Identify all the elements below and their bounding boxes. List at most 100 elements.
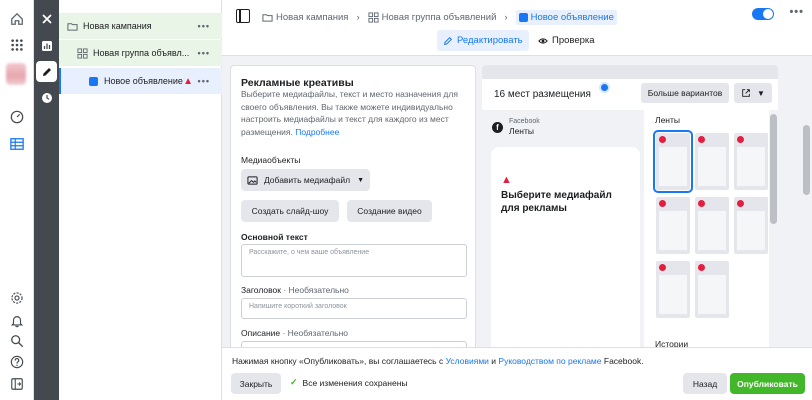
description-label-text: Описание <box>241 328 281 338</box>
tab-review-label: Проверка <box>552 35 595 46</box>
tab-edit[interactable]: Редактировать <box>437 30 529 51</box>
notifications-bell-icon[interactable] <box>9 313 25 329</box>
placement-thumbnail[interactable] <box>695 133 729 190</box>
headline-input[interactable]: Напишите короткий заголовок <box>241 298 467 319</box>
save-status: ✓ Все изменения сохранены <box>290 377 408 388</box>
headline-label: Заголовок · Необязательно <box>241 285 349 295</box>
editor-tool-strip <box>34 0 59 400</box>
tab-review[interactable]: Проверка <box>532 30 601 51</box>
preview-top-strip <box>482 65 778 79</box>
notification-dot <box>601 84 608 91</box>
clock-icon <box>41 92 52 103</box>
breadcrumb-ad-label: Новое объявление <box>530 11 614 23</box>
breadcrumb-ad[interactable]: Новое объявление <box>515 9 617 25</box>
breadcrumb-adset-label: Новая группа объявлений <box>381 11 497 23</box>
sidebar-toggle-icon[interactable] <box>236 9 250 23</box>
tree-adset-label: Новая группа объявл... <box>93 48 190 58</box>
breadcrumb-campaign-label: Новая кампания <box>276 11 349 23</box>
create-video-button[interactable]: Создание видео <box>347 200 432 222</box>
editor-footer: Нажимая кнопку «Опубликовать», вы соглаш… <box>222 347 812 400</box>
phone-mockup: ▲ Выберите медиафайл для рекламы <box>491 147 640 350</box>
placement-thumbnail[interactable] <box>653 130 693 193</box>
edit-mode-button[interactable] <box>36 61 57 82</box>
open-preview-button[interactable]: ▼ <box>734 83 772 103</box>
page-scrollbar[interactable] <box>800 65 812 350</box>
headline-optional: · Необязательно <box>280 285 349 295</box>
caret-down-icon: ▼ <box>357 176 365 184</box>
add-media-button[interactable]: Добавить медиафайл ▼ <box>241 169 370 191</box>
charts-button[interactable] <box>36 35 57 56</box>
campaign-tree-panel: Новая кампания ••• Новая группа объявл..… <box>59 0 222 400</box>
pencil-icon <box>444 36 453 45</box>
preview-scrollbar[interactable] <box>769 110 778 350</box>
campaign-more-button[interactable]: ••• <box>198 21 210 31</box>
editor-header: Новая кампания › Новая группа объявлений… <box>222 0 812 56</box>
help-icon[interactable] <box>9 354 25 370</box>
description-optional: · Необязательно <box>280 328 349 338</box>
placement-thumbnail[interactable] <box>656 261 690 318</box>
platform-name: Facebook <box>509 118 540 125</box>
save-status-label: Все изменения сохранены <box>302 377 408 388</box>
pencil-icon <box>42 67 51 76</box>
report-panel-icon[interactable] <box>9 376 25 392</box>
placement-header: f Facebook Ленты <box>492 117 540 137</box>
create-slideshow-button[interactable]: Создать слайд-шоу <box>241 200 339 222</box>
image-icon <box>247 175 258 185</box>
publish-button[interactable]: Опубликовать <box>730 373 805 394</box>
caret-down-icon: ▼ <box>757 88 765 98</box>
folder-icon <box>262 13 273 22</box>
learn-more-link[interactable]: Подробнее <box>295 127 339 137</box>
ad-guidelines-link[interactable]: Руководством по рекламе <box>498 356 601 366</box>
adset-grid-icon <box>368 11 379 23</box>
placement-thumbnail[interactable] <box>695 197 729 254</box>
checkmark-icon: ✓ <box>290 377 298 387</box>
placement-thumbnail[interactable] <box>734 133 768 190</box>
ad-icon <box>88 76 99 87</box>
more-variants-button[interactable]: Больше вариантов <box>641 83 729 103</box>
tab-edit-label: Редактировать <box>457 35 523 46</box>
tree-item-adset[interactable]: Новая группа объявл... ••• <box>59 40 222 66</box>
history-button[interactable] <box>36 87 57 108</box>
warning-icon: ▲ <box>183 75 193 87</box>
warning-icon: ▲ <box>501 174 512 186</box>
header-more-icon[interactable]: ••• <box>789 6 804 18</box>
ad-preview-panel: 16 мест размещения Больше вариантов ▼ f … <box>482 65 778 350</box>
bar-chart-icon <box>41 40 52 51</box>
media-label: Медиаобъекты <box>241 155 301 165</box>
breadcrumb-campaign[interactable]: Новая кампания <box>262 12 348 23</box>
eye-icon <box>538 37 548 44</box>
adset-grid-icon <box>77 47 88 59</box>
section-description-text: Выберите медиафайлы, текст и место назна… <box>241 89 458 137</box>
placement-thumbnail[interactable] <box>656 197 690 254</box>
placement-name: Ленты <box>509 126 535 136</box>
ads-manager-table-icon[interactable] <box>9 136 25 152</box>
placement-thumbnail[interactable] <box>695 261 729 318</box>
chevron-right-icon: › <box>504 11 508 23</box>
chevron-right-icon: › <box>356 11 360 23</box>
account-avatar[interactable] <box>6 63 26 85</box>
close-icon <box>41 13 52 24</box>
close-editor-button[interactable] <box>36 8 57 29</box>
ad-active-toggle[interactable] <box>752 8 774 20</box>
ad-icon <box>518 12 528 22</box>
tree-item-ad[interactable]: Новое объявление ▲ ••• <box>59 68 222 94</box>
breadcrumb-adset[interactable]: Новая группа объявлений <box>368 11 497 23</box>
tree-ad-label: Новое объявление <box>104 76 183 86</box>
tree-item-campaign[interactable]: Новая кампания ••• <box>59 13 222 39</box>
search-icon[interactable] <box>9 333 25 349</box>
breadcrumb: Новая кампания › Новая группа объявлений… <box>262 9 617 25</box>
settings-gear-icon[interactable] <box>9 290 25 306</box>
agreement-prefix: Нажимая кнопку «Опубликовать», вы соглаш… <box>232 356 446 366</box>
back-button[interactable]: Назад <box>683 373 727 394</box>
apps-grid-icon[interactable] <box>9 37 25 53</box>
primary-text-input[interactable]: Расскажите, о чем ваше объявление <box>241 244 467 277</box>
ad-more-button[interactable]: ••• <box>198 76 210 86</box>
tree-campaign-label: Новая кампания <box>83 21 152 31</box>
close-button[interactable]: Закрыть <box>231 373 281 394</box>
agreement-mid: и <box>488 356 499 366</box>
adset-more-button[interactable]: ••• <box>198 48 210 58</box>
dashboard-gauge-icon[interactable] <box>9 109 25 125</box>
terms-link[interactable]: Условиями <box>446 356 489 366</box>
home-icon[interactable] <box>9 11 25 27</box>
placement-thumbnail[interactable] <box>734 197 768 254</box>
